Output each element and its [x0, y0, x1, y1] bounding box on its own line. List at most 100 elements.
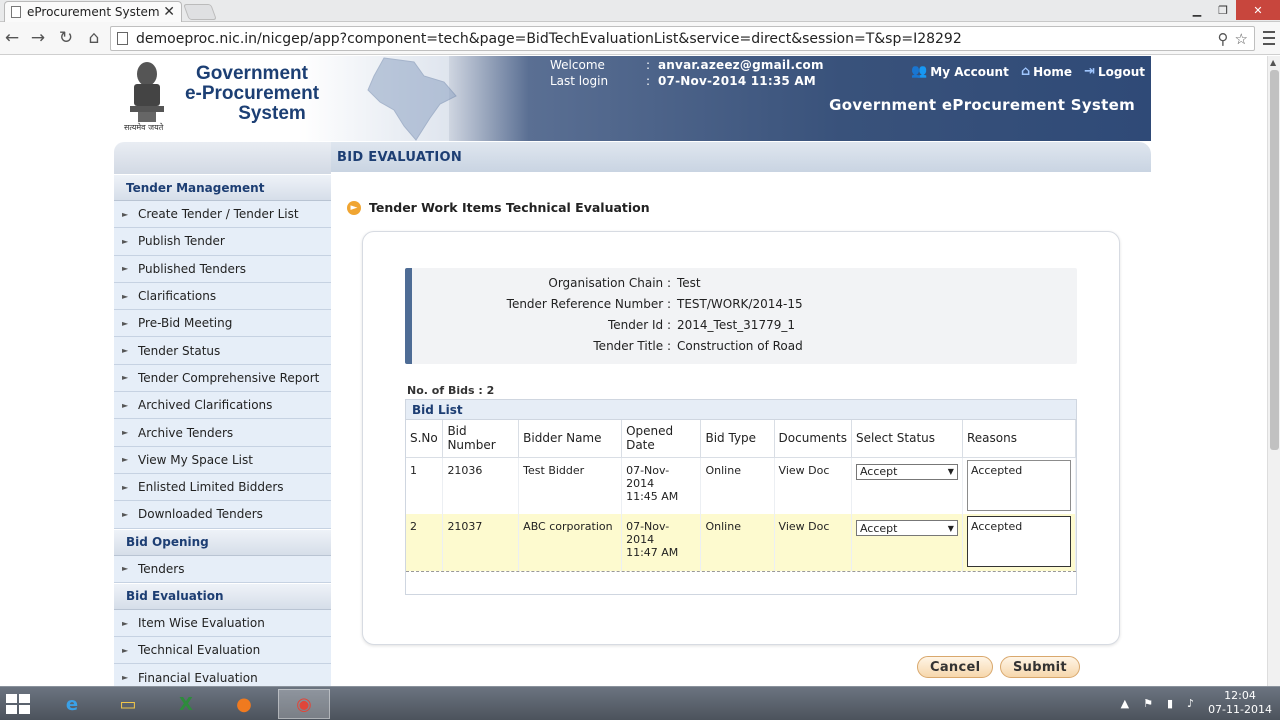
clock-time: 12:04 [1224, 689, 1256, 702]
table-row: 2 21037 ABC corporation 07-Nov-2014 11:4… [406, 514, 1076, 571]
url-text[interactable]: demoeproc.nic.in/nicgep/app?component=te… [136, 31, 1212, 47]
sidebar-item-create-tender[interactable]: ► Create Tender / Tender List [114, 201, 331, 229]
sidebar-item-publish-tender[interactable]: ► Publish Tender [114, 228, 331, 256]
tab-strip: eProcurement System ✕ ▁ ❐ ✕ [0, 0, 1280, 22]
show-hidden-icons-icon[interactable]: ▲ [1121, 697, 1129, 710]
status-value: Accept [859, 521, 898, 535]
reason-textarea[interactable]: Accepted [967, 516, 1071, 567]
bullet-icon: ► [122, 400, 129, 410]
info-row-title: Tender Title : Construction of Road [412, 339, 1084, 353]
bookmark-star-icon[interactable]: ☆ [1235, 30, 1248, 48]
sidebar-item-downloaded-tenders[interactable]: ► Downloaded Tenders [114, 501, 331, 529]
sidebar-item-clarifications[interactable]: ► Clarifications [114, 282, 331, 311]
logo-line: System [238, 103, 306, 124]
my-account-link[interactable]: 👥 My Account [911, 64, 1009, 79]
sidebar-group-bid-evaluation[interactable]: Bid Evaluation [114, 582, 331, 610]
bullet-icon: ► [122, 673, 129, 683]
close-tab-icon[interactable]: ✕ [163, 4, 175, 20]
scrollbar-thumb[interactable] [1270, 70, 1279, 450]
scroll-up-icon[interactable]: ▲ [1270, 58, 1276, 67]
users-icon: 👥 [911, 64, 928, 79]
logo-line: Government [196, 63, 308, 84]
file-explorer-icon[interactable]: ▭ [102, 689, 154, 719]
site-logo[interactable]: Government e-Procurement System [172, 64, 332, 124]
submit-button[interactable]: Submit [1000, 656, 1080, 678]
windows-start-icon[interactable] [6, 694, 30, 714]
sidebar-item-tenders[interactable]: ► Tenders [114, 555, 331, 583]
clock[interactable]: 12:04 07-11-2014 [1208, 689, 1272, 717]
home-label: Home [1033, 64, 1073, 79]
system-title: Government eProcurement System [829, 96, 1135, 114]
bullet-icon: ► [122, 564, 129, 574]
system-tray: ▲ ⚑ ▮ ♪ 12:04 07-11-2014 [1121, 689, 1272, 717]
minimize-icon[interactable]: ▁ [1184, 0, 1210, 20]
sidebar-item-label: Clarifications [138, 289, 217, 304]
column-header: Bidder Name [518, 420, 623, 458]
last-login-value: 07-Nov-2014 11:35 AM [658, 74, 816, 88]
column-header: Bid Type [700, 420, 775, 458]
bullet-icon: ► [122, 318, 129, 328]
sidebar-item-archived-clarifications[interactable]: ► Archived Clarifications [114, 392, 331, 420]
sidebar-item-comprehensive-report[interactable]: ► Tender Comprehensive Report [114, 364, 331, 393]
address-bar[interactable]: demoeproc.nic.in/nicgep/app?component=te… [110, 26, 1255, 51]
evaluation-panel: Organisation Chain : Test Tender Referen… [362, 231, 1120, 645]
sidebar-item-pre-bid-meeting[interactable]: ► Pre-Bid Meeting [114, 310, 331, 338]
new-tab-button[interactable] [183, 4, 217, 20]
chrome-icon[interactable]: ◉ [278, 689, 330, 719]
volume-icon[interactable]: ♪ [1187, 697, 1194, 710]
sidebar-item-my-space[interactable]: ► View My Space List [114, 446, 331, 474]
forward-arrow-icon[interactable]: → [28, 28, 48, 48]
bullet-icon: ► [122, 428, 129, 438]
cancel-button[interactable]: Cancel [917, 656, 994, 678]
view-doc-link[interactable]: View Doc [774, 457, 852, 514]
cell-bid-number: 21036 [442, 457, 520, 514]
sidebar-item-label: Publish Tender [138, 234, 225, 249]
excel-icon[interactable]: X [160, 689, 212, 719]
home-link[interactable]: ⌂ Home [1021, 64, 1072, 79]
back-arrow-icon[interactable]: ← [2, 28, 22, 48]
sidebar-item-technical-evaluation[interactable]: ► Technical Evaluation [114, 637, 331, 665]
sidebar-item-item-wise-evaluation[interactable]: ► Item Wise Evaluation [114, 609, 331, 638]
bid-table: S.No Bid Number Bidder Name Opened Date … [406, 420, 1076, 571]
sidebar-item-label: Downloaded Tenders [138, 507, 263, 522]
page-title: BID EVALUATION [331, 142, 1151, 172]
sidebar-item-label: View My Space List [138, 452, 253, 467]
sidebar-group-tender-management[interactable]: Tender Management [114, 174, 331, 201]
internet-explorer-icon[interactable]: e [46, 689, 98, 719]
cell-status: Accept ▼ [851, 514, 964, 571]
reload-icon[interactable]: ↻ [56, 28, 76, 48]
flag-icon[interactable]: ▮ [1167, 697, 1173, 710]
status-select[interactable]: Accept ▼ [855, 520, 958, 536]
bullet-icon: ► [122, 291, 129, 301]
view-doc-link[interactable]: View Doc [774, 514, 852, 571]
opened-time: 11:45 AM [626, 489, 679, 503]
sidebar-item-tender-status[interactable]: ► Tender Status [114, 337, 331, 365]
sidebar-item-archive-tenders[interactable]: ► Archive Tenders [114, 419, 331, 447]
firefox-icon[interactable]: ● [218, 689, 270, 719]
sidebar-group-bid-opening[interactable]: Bid Opening [114, 528, 331, 556]
home-icon[interactable]: ⌂ [84, 28, 104, 48]
bullet-icon: ► [122, 264, 129, 274]
vertical-scrollbar[interactable]: ▲ [1267, 56, 1280, 686]
dropdown-arrow-icon: ▼ [947, 523, 954, 533]
home-icon: ⌂ [1020, 64, 1031, 79]
cell-status: Accept ▼ [851, 457, 964, 514]
sidebar-item-limited-bidders[interactable]: ► Enlisted Limited Bidders [114, 473, 331, 502]
restore-icon[interactable]: ❐ [1210, 0, 1236, 20]
browser-menu-icon[interactable] [1263, 31, 1275, 45]
page-info-icon[interactable] [117, 32, 128, 45]
opened-time: 11:47 AM [626, 546, 679, 559]
sidebar-item-financial-evaluation[interactable]: ► Financial Evaluation [114, 664, 331, 686]
column-header: Opened Date [621, 420, 702, 458]
sidebar-item-published-tenders[interactable]: ► Published Tenders [114, 255, 331, 283]
table-row: 1 21036 Test Bidder 07-Nov-2014 11:45 AM… [406, 457, 1076, 514]
close-window-icon[interactable]: ✕ [1236, 0, 1280, 20]
column-header: Bid Number [442, 420, 520, 458]
bid-list-footer [406, 571, 1076, 594]
logout-link[interactable]: ⇥ Logout [1084, 64, 1145, 79]
network-icon[interactable]: ⚑ [1143, 697, 1153, 710]
zoom-icon[interactable]: ⚲ [1218, 30, 1229, 48]
browser-tab[interactable]: eProcurement System ✕ [4, 1, 182, 22]
reason-textarea[interactable]: Accepted [967, 459, 1071, 511]
status-select[interactable]: Accept ▼ [855, 463, 958, 480]
